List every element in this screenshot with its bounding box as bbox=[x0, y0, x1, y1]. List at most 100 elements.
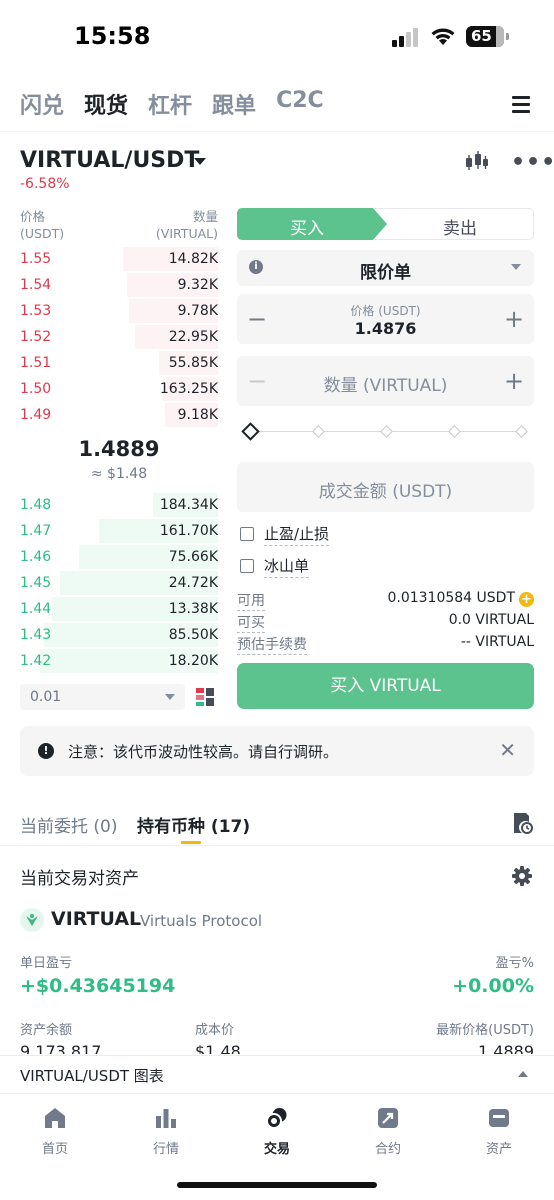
bid-row[interactable]: 1.48 184.34K bbox=[20, 493, 218, 519]
bid-quantity: 184.34K bbox=[159, 497, 218, 513]
quantity-input[interactable]: − 数量 (VIRTUAL) + bbox=[237, 356, 534, 406]
available-row: 可用 0.01310584 USDT + bbox=[237, 590, 534, 611]
candlestick-chart-icon[interactable] bbox=[464, 150, 490, 174]
tab-c2c[interactable]: C2C bbox=[276, 88, 324, 124]
ask-quantity: 9.32K bbox=[177, 277, 218, 293]
active-tab-indicator bbox=[181, 841, 201, 844]
wallet-icon bbox=[489, 1109, 509, 1127]
nav-futures[interactable]: 合约 bbox=[348, 1106, 428, 1157]
price-increase-button[interactable]: + bbox=[496, 294, 532, 344]
fee-row: 预估手续费 -- VIRTUAL bbox=[237, 634, 534, 655]
close-icon[interactable]: ✕ bbox=[499, 738, 516, 762]
iceberg-label[interactable]: 冰山单 bbox=[264, 555, 310, 578]
ask-row[interactable]: 1.49 9.18K bbox=[20, 403, 218, 429]
warning-icon: ! bbox=[38, 743, 54, 759]
slider-stop-100[interactable] bbox=[515, 425, 528, 438]
sell-tab-label: 卖出 bbox=[443, 219, 477, 239]
slider-stop-75[interactable] bbox=[448, 425, 461, 438]
slider-handle[interactable] bbox=[241, 422, 260, 441]
tp-sl-checkbox[interactable] bbox=[240, 527, 254, 541]
chart-drawer-label: VIRTUAL/USDT 图表 bbox=[20, 1067, 164, 1085]
daily-pnl-label: 单日盈亏 bbox=[20, 956, 73, 971]
caret-up-icon[interactable] bbox=[518, 1071, 528, 1077]
divider bbox=[0, 131, 554, 132]
price-input-value[interactable]: 1.4876 bbox=[237, 319, 534, 338]
nav-assets[interactable]: 资产 bbox=[459, 1106, 539, 1157]
depth-precision-select[interactable]: 0.01 bbox=[20, 684, 185, 710]
tab-holdings[interactable]: 持有币种 (17) bbox=[137, 812, 250, 837]
orderbook-qty-header: 数量 (VIRTUAL) bbox=[140, 208, 218, 242]
nav-home[interactable]: 首页 bbox=[15, 1106, 95, 1157]
bid-row[interactable]: 1.42 18.20K bbox=[20, 649, 218, 675]
available-value-wrap: 0.01310584 USDT + bbox=[387, 590, 534, 607]
qty-header-label: 数量 bbox=[192, 209, 218, 224]
ask-row[interactable]: 1.52 22.95K bbox=[20, 325, 218, 351]
amount-percent-slider[interactable] bbox=[241, 422, 528, 441]
tab-spot[interactable]: 现货 bbox=[84, 88, 128, 124]
bid-price: 1.48 bbox=[20, 497, 52, 513]
daily-pnl-value: +$0.43645194 bbox=[20, 975, 176, 997]
qty-header-unit: (VIRTUAL) bbox=[155, 226, 218, 241]
available-value: 0.01310584 USDT bbox=[387, 590, 515, 606]
ask-price: 1.52 bbox=[20, 329, 52, 345]
order-type-select[interactable]: i 限价单 bbox=[237, 250, 534, 286]
ask-price: 1.49 bbox=[20, 407, 52, 423]
ask-row[interactable]: 1.51 55.85K bbox=[20, 351, 218, 377]
tab-copy-trading[interactable]: 跟单 bbox=[212, 88, 256, 124]
ask-price: 1.51 bbox=[20, 355, 52, 371]
home-icon bbox=[45, 1108, 65, 1128]
hamburger-menu-icon[interactable] bbox=[512, 96, 530, 114]
caret-down-icon[interactable] bbox=[194, 158, 206, 165]
trade-mode-tabs: 闪兑 现货 杠杆 跟单 C2C bbox=[20, 88, 344, 124]
tab-margin[interactable]: 杠杆 bbox=[148, 88, 192, 124]
bid-quantity: 161.70K bbox=[159, 523, 218, 539]
total-input[interactable]: 成交金额 (USDT) bbox=[237, 462, 534, 512]
tab-open-orders[interactable]: 当前委托 (0) bbox=[20, 812, 117, 837]
nav-trade[interactable]: 交易 bbox=[237, 1106, 317, 1157]
ask-row[interactable]: 1.50 163.25K bbox=[20, 377, 218, 403]
chart-drawer-bar[interactable]: VIRTUAL/USDT 图表 bbox=[0, 1055, 554, 1093]
bid-row[interactable]: 1.46 75.66K bbox=[20, 545, 218, 571]
cost-price-value: $1.48 bbox=[195, 1042, 241, 1054]
total-placeholder: 成交金额 (USDT) bbox=[318, 482, 453, 502]
order-history-icon[interactable] bbox=[511, 812, 533, 834]
bid-row[interactable]: 1.45 24.72K bbox=[20, 571, 218, 597]
add-funds-icon[interactable]: + bbox=[519, 592, 534, 607]
buyable-label: 可买 bbox=[237, 612, 265, 633]
last-price[interactable]: 1.4889 bbox=[20, 437, 218, 461]
trade-icon bbox=[266, 1108, 287, 1129]
caret-down-icon bbox=[165, 694, 175, 700]
tp-sl-label[interactable]: 止盈/止损 bbox=[264, 523, 330, 546]
bid-quantity: 18.20K bbox=[168, 653, 218, 669]
slider-stop-25[interactable] bbox=[312, 425, 325, 438]
bid-quantity: 85.50K bbox=[168, 627, 218, 643]
orderbook-price-header: 价格 (USDT) bbox=[20, 208, 64, 242]
ask-row[interactable]: 1.55 14.82K bbox=[20, 247, 218, 273]
tab-convert[interactable]: 闪兑 bbox=[20, 88, 64, 124]
bid-quantity: 13.38K bbox=[168, 601, 218, 617]
bid-row[interactable]: 1.43 85.50K bbox=[20, 623, 218, 649]
slider-stop-50[interactable] bbox=[380, 425, 393, 438]
price-input-label: 价格 (USDT) bbox=[350, 304, 421, 318]
futures-icon bbox=[378, 1108, 398, 1128]
wifi-icon bbox=[431, 28, 455, 45]
divider bbox=[0, 845, 554, 846]
quantity-increase-button[interactable]: + bbox=[496, 356, 532, 406]
pair-selector[interactable]: VIRTUAL/USDT bbox=[20, 148, 199, 173]
price-input[interactable]: − 价格 (USDT) 1.4876 + bbox=[237, 294, 534, 344]
nav-markets[interactable]: 行情 bbox=[126, 1106, 206, 1157]
last-price-value: 1.4889 bbox=[478, 1042, 534, 1054]
gear-icon[interactable] bbox=[511, 865, 533, 887]
iceberg-checkbox[interactable] bbox=[240, 559, 254, 573]
bid-row[interactable]: 1.44 13.38K bbox=[20, 597, 218, 623]
virtual-coin-icon bbox=[20, 908, 44, 932]
bid-row[interactable]: 1.47 161.70K bbox=[20, 519, 218, 545]
buy-submit-button[interactable]: 买入 VIRTUAL bbox=[237, 663, 534, 709]
ask-row[interactable]: 1.53 9.78K bbox=[20, 299, 218, 325]
ask-row[interactable]: 1.54 9.32K bbox=[20, 273, 218, 299]
more-options-icon[interactable]: ••• bbox=[511, 150, 554, 175]
orderbook-layout-icon[interactable] bbox=[195, 687, 215, 707]
balance-label: 资产余额 bbox=[20, 1023, 73, 1038]
bar-chart-icon bbox=[156, 1109, 176, 1128]
last-price-label: 最新价格(USDT) bbox=[436, 1023, 534, 1038]
